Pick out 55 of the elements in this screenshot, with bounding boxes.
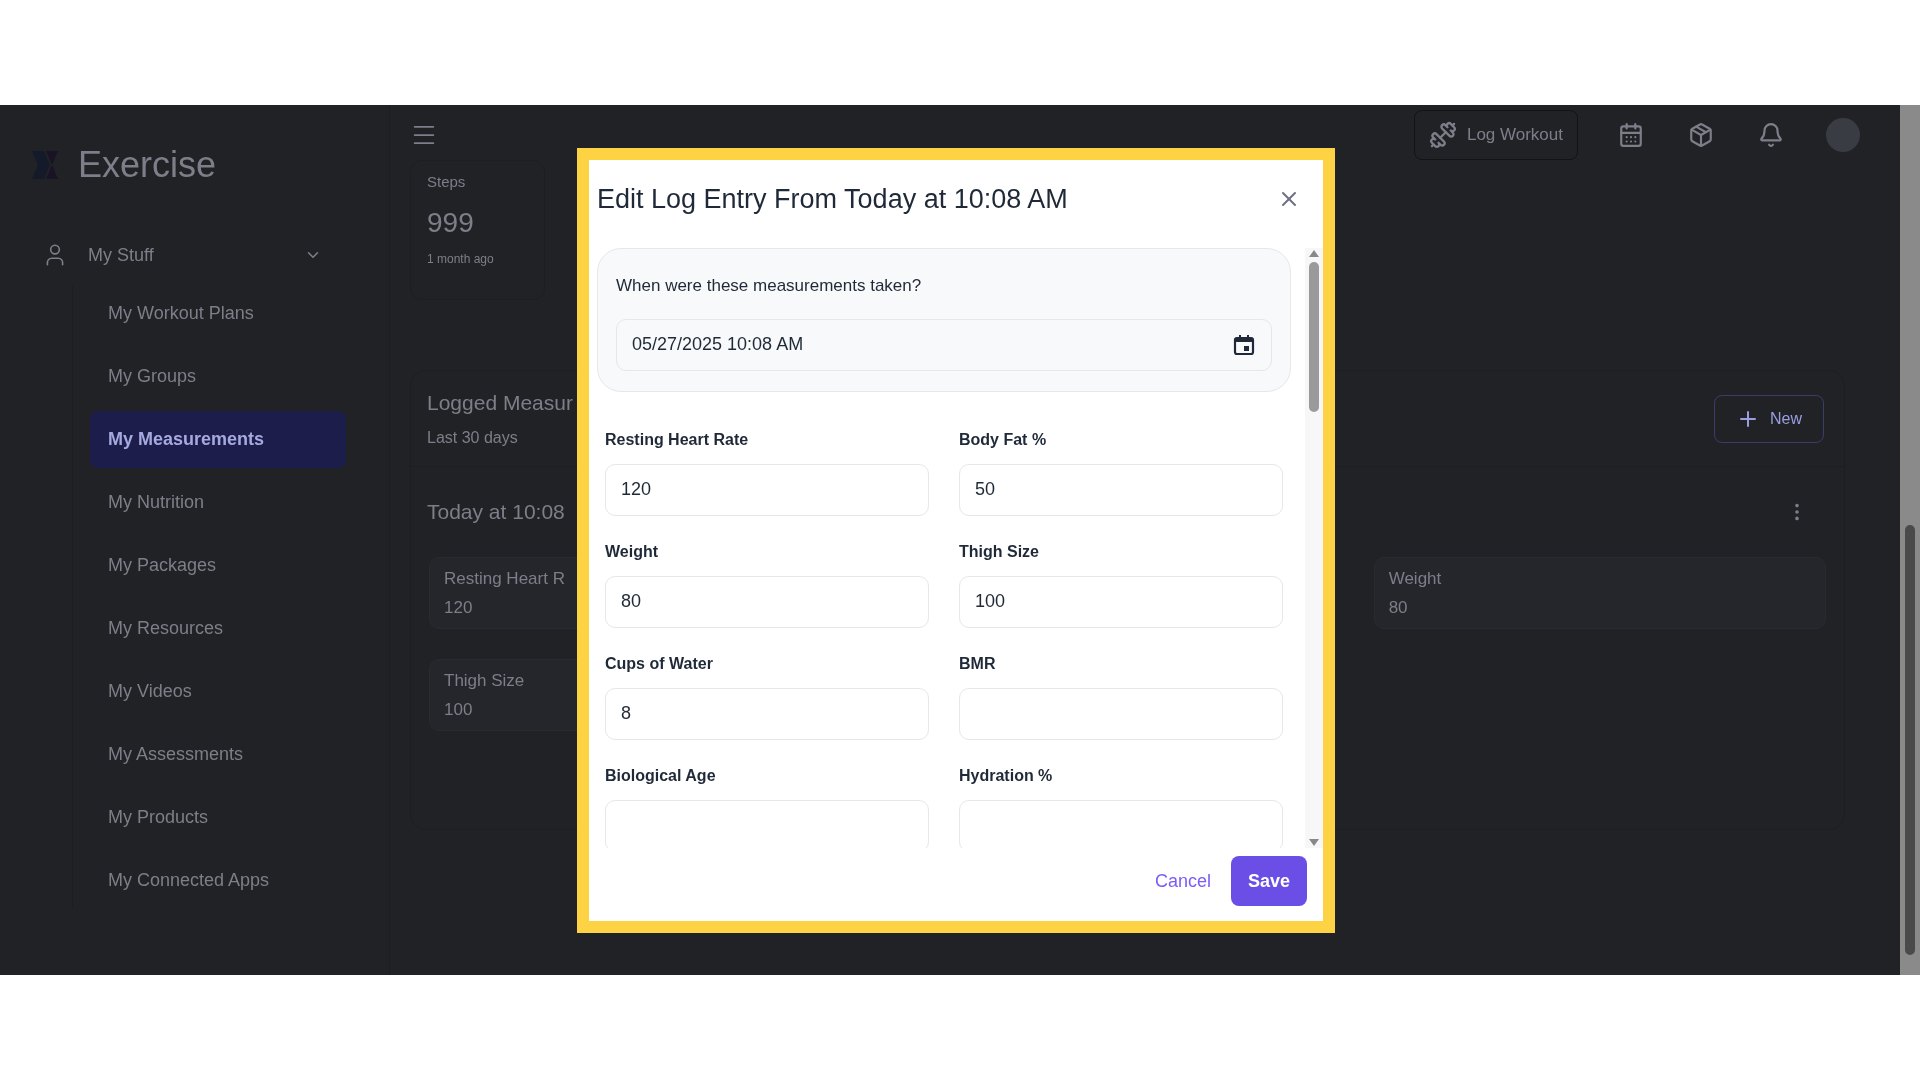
bell-icon[interactable]: [1758, 122, 1784, 148]
page-scrollbar[interactable]: [1900, 105, 1920, 975]
card-subtitle: Last 30 days: [427, 428, 518, 449]
tile-label: Resting Heart R: [444, 567, 565, 590]
scroll-up-icon[interactable]: [1308, 248, 1320, 258]
field-label: BMR: [959, 653, 997, 674]
steps-label: Steps: [427, 172, 466, 192]
box-icon[interactable]: [1688, 122, 1714, 148]
scroll-thumb[interactable]: [1905, 525, 1915, 955]
card-title: Logged Measur: [427, 389, 573, 416]
sidebar-item[interactable]: My Measurements: [90, 411, 346, 468]
dialog-scrollbar[interactable]: [1305, 248, 1323, 848]
entry-title: Today at 10:08: [427, 499, 566, 526]
new-button[interactable]: New: [1714, 394, 1824, 443]
field-label: Body Fat %: [959, 429, 1048, 450]
date-field[interactable]: 05/27/2025 10:08 AM: [616, 318, 1272, 371]
dialog-title: Edit Log Entry From Today at 10:08 AM: [597, 182, 1069, 216]
tile-label: Weight: [1388, 567, 1442, 590]
field-label: Resting Heart Rate: [605, 429, 750, 450]
sidebar-item[interactable]: My Workout Plans: [90, 285, 346, 342]
tile-value: 100: [444, 699, 473, 721]
cancel-button[interactable]: Cancel: [1150, 857, 1215, 905]
sidebar-item[interactable]: My Connected Apps: [90, 852, 346, 909]
input-field[interactable]: 8: [605, 687, 929, 740]
steps-time: 1 month ago: [427, 250, 494, 268]
steps-value: 999: [427, 205, 474, 240]
field-label: Hydration %: [959, 765, 1054, 786]
input-field[interactable]: 100: [959, 575, 1283, 628]
field-label: Thigh Size: [959, 541, 1040, 562]
sidebar-item[interactable]: My Packages: [90, 537, 346, 594]
field-label: Biological Age: [605, 765, 717, 786]
field-label: Weight: [605, 541, 660, 562]
calendar-icon[interactable]: [1232, 332, 1256, 357]
tile-value: 120: [444, 597, 473, 619]
scroll-thumb[interactable]: [1309, 262, 1319, 412]
sidebar-item[interactable]: My Resources: [90, 600, 346, 657]
sidebar-item[interactable]: My Videos: [90, 663, 346, 720]
app-logo-text: Exercise: [78, 143, 217, 187]
sidebar-item[interactable]: My Nutrition: [90, 474, 346, 531]
date-question: When were these measurements taken?: [616, 275, 923, 297]
dumbbell-icon: [1428, 121, 1457, 149]
log-workout-button[interactable]: Log Workout: [1413, 110, 1578, 160]
save-button[interactable]: Save: [1231, 856, 1307, 906]
tile-value: 80: [1388, 597, 1408, 619]
sidebar-group[interactable]: My Stuff: [42, 235, 322, 275]
sidebar-item[interactable]: My Products: [90, 789, 346, 846]
sidebar-item[interactable]: My Groups: [90, 348, 346, 405]
tile-label: Thigh Size: [444, 669, 525, 692]
input-field[interactable]: 80: [605, 575, 929, 628]
input-field[interactable]: 120: [605, 463, 929, 516]
sidebar-item[interactable]: My Assessments: [90, 726, 346, 783]
field-label: Cups of Water: [605, 653, 714, 674]
input-field[interactable]: [959, 687, 1283, 740]
scroll-down-icon[interactable]: [1308, 838, 1320, 848]
input-field[interactable]: 50: [959, 463, 1283, 516]
